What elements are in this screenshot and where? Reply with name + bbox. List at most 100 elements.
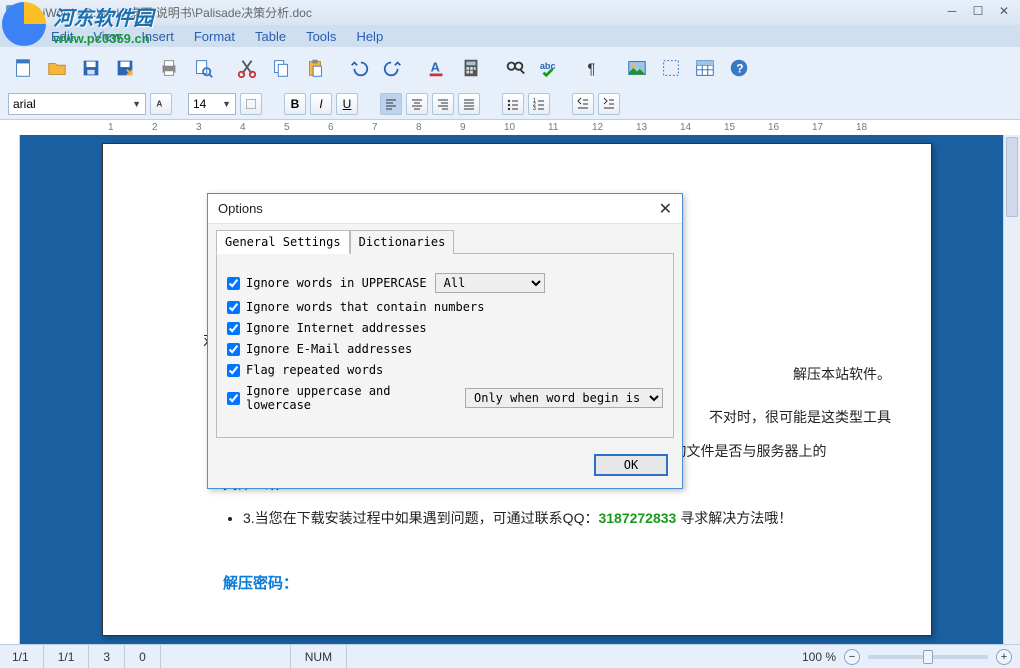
new-button[interactable] [8,53,38,83]
ruler-mark: 12 [592,122,603,133]
indent-decrease-button[interactable] [572,93,594,115]
status-section: 1/1 [43,645,89,668]
ruler-mark: 7 [372,122,378,133]
help-button[interactable]: ? [724,53,754,83]
svg-text:A: A [156,99,162,108]
ruler-mark: 6 [328,122,334,133]
select-button[interactable] [656,53,686,83]
ruler-mark: 4 [240,122,246,133]
main-toolbar: A abc ¶ ? [0,47,1020,89]
checkbox-flag-repeated[interactable] [227,364,240,377]
maximize-button[interactable]: ☐ [966,2,990,20]
doc-heading: 解压密码： [223,566,851,602]
font-picker-button[interactable]: A [150,93,172,115]
zoom-in-button[interactable]: + [996,649,1012,665]
pilcrow-button[interactable]: ¶ [578,53,608,83]
print-button[interactable] [154,53,184,83]
ruler-mark: 16 [768,122,779,133]
list-item: 3.当您在下载安装过程中如果遇到问题，可通过联系QQ：3187272833 寻求… [243,502,851,536]
open-button[interactable] [42,53,72,83]
close-button[interactable]: ✕ [992,2,1016,20]
indent-increase-button[interactable] [598,93,620,115]
status-line: 0 [124,645,160,668]
align-left-button[interactable] [380,93,402,115]
ruler-mark: 17 [812,122,823,133]
menu-table[interactable]: Table [255,29,286,44]
save-button[interactable] [76,53,106,83]
ruler-mark: 3 [196,122,202,133]
checkbox-ignore-email[interactable] [227,343,240,356]
minimize-button[interactable]: ─ [940,2,964,20]
saveas-button[interactable] [110,53,140,83]
svg-text:?: ? [736,62,743,76]
menu-tools[interactable]: Tools [306,29,336,44]
checkbox-ignore-uppercase[interactable] [227,277,240,290]
align-center-button[interactable] [406,93,428,115]
tab-general-settings[interactable]: General Settings [216,230,350,254]
svg-text:A: A [431,60,440,75]
menu-help[interactable]: Help [356,29,383,44]
find-button[interactable] [500,53,530,83]
dialog-close-button[interactable]: ✕ [659,199,672,219]
ruler-mark: 15 [724,122,735,133]
vertical-ruler [0,135,20,644]
zoom-label: 100 % [802,650,836,664]
ruler-mark: 2 [152,122,158,133]
bold-button[interactable]: B [284,93,306,115]
numbering-button[interactable]: 123 [528,93,550,115]
font-color-button[interactable]: A [422,53,452,83]
status-column: 3 [88,645,124,668]
image-button[interactable] [622,53,652,83]
checkbox-ignore-internet[interactable] [227,322,240,335]
title-bar: AW AbiWord - D:\tools\桌面\说明书\Palisade决策分… [0,0,1020,25]
menu-view[interactable]: View [93,29,121,44]
size-picker-button[interactable] [240,93,262,115]
svg-text:¶: ¶ [588,62,596,78]
menu-format[interactable]: Format [194,29,235,44]
select-case-mode[interactable]: Only when word begin is upper [465,388,663,408]
menu-insert[interactable]: Insert [141,29,174,44]
ruler-mark: 5 [284,122,290,133]
paste-button[interactable] [300,53,330,83]
ruler-mark: 13 [636,122,647,133]
font-size-select[interactable]: 14▼ [188,93,236,115]
menu-edit[interactable]: Edit [51,29,73,44]
align-right-button[interactable] [432,93,454,115]
table-button[interactable] [690,53,720,83]
font-name-select[interactable]: arial▼ [8,93,146,115]
ok-button[interactable]: OK [594,454,668,476]
italic-button[interactable]: I [310,93,332,115]
ruler-mark: 14 [680,122,691,133]
spellcheck-button[interactable]: abc [534,53,564,83]
ruler-mark: 18 [856,122,867,133]
app-icon: AW [6,5,22,21]
bullets-button[interactable] [502,93,524,115]
ruler-mark: 11 [548,122,558,133]
checkbox-ignore-numbers[interactable] [227,301,240,314]
tab-dictionaries[interactable]: Dictionaries [350,230,455,254]
vertical-scrollbar[interactable] [1003,135,1020,644]
svg-text:abc: abc [540,61,556,71]
ruler-mark: 8 [416,122,422,133]
format-toolbar: arial▼ A 14▼ B I U 123 [0,89,1020,119]
copy-button[interactable] [266,53,296,83]
align-justify-button[interactable] [458,93,480,115]
select-uppercase-mode[interactable]: All [435,273,545,293]
window-title: AbiWord - D:\tools\桌面\说明书\Palisade决策分析.d… [28,4,312,21]
ruler-mark: 9 [460,122,466,133]
ruler-mark: 1 [108,122,114,133]
checkbox-ignore-case[interactable] [227,392,240,405]
underline-button[interactable]: U [336,93,358,115]
dialog-title: Options [218,201,263,216]
menu-bar: File Edit View Insert Format Table Tools… [0,25,1020,47]
zoom-slider[interactable] [868,655,988,659]
calculator-button[interactable] [456,53,486,83]
print-preview-button[interactable] [188,53,218,83]
status-empty [160,645,290,668]
redo-button[interactable] [378,53,408,83]
zoom-out-button[interactable]: − [844,649,860,665]
ruler-mark: 10 [504,122,515,133]
undo-button[interactable] [344,53,374,83]
cut-button[interactable] [232,53,262,83]
menu-file[interactable]: File [10,29,31,44]
